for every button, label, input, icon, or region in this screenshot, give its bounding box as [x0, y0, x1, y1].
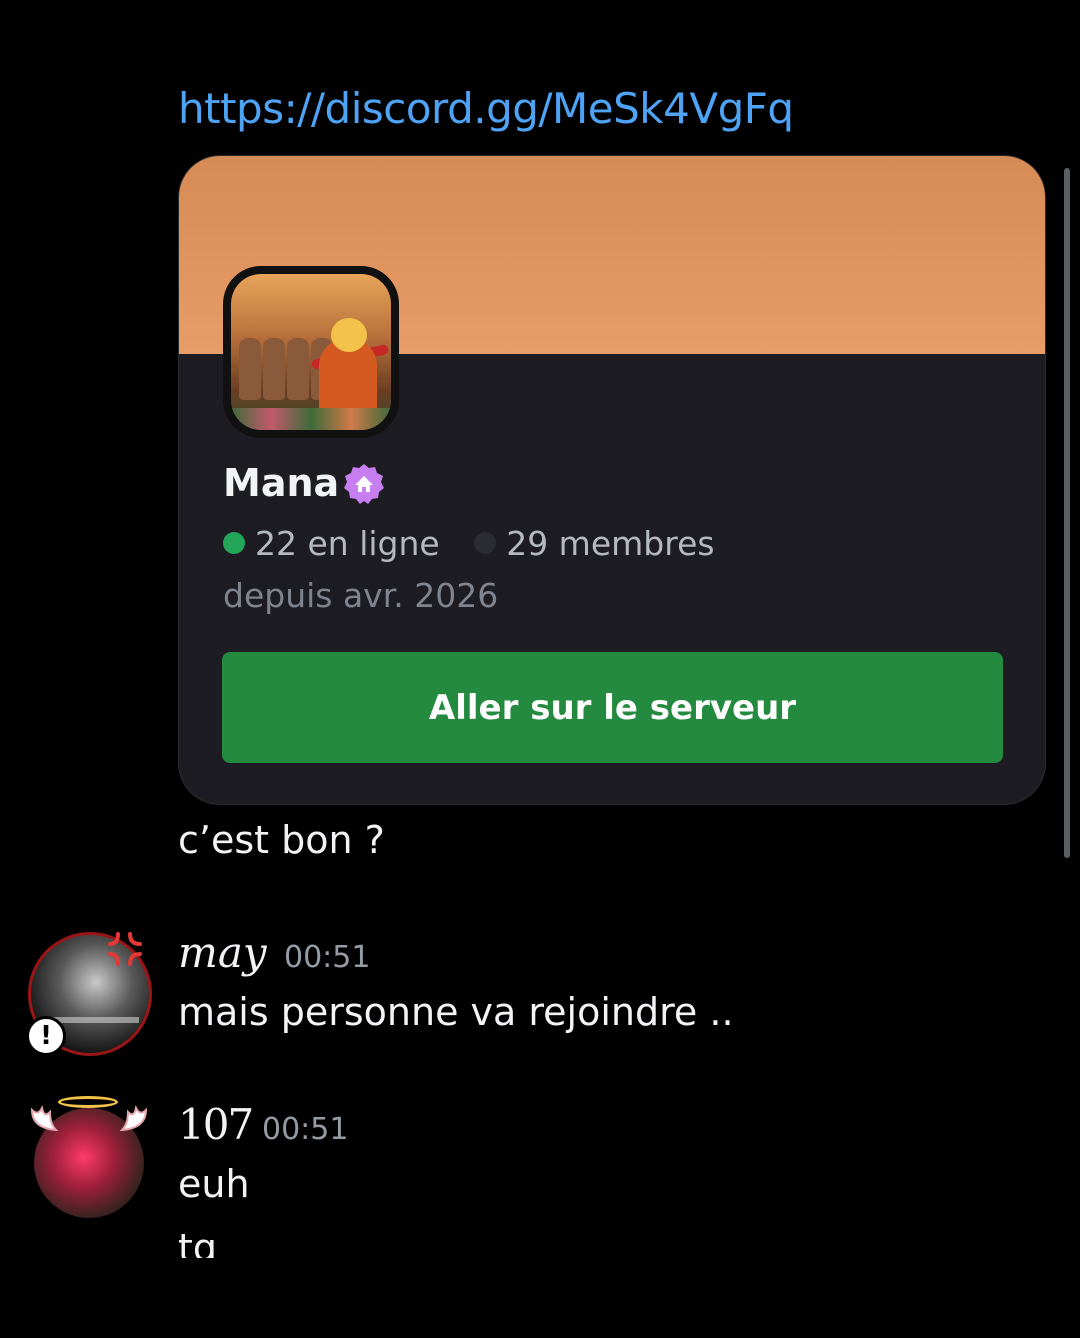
online-count: 22 en ligne [255, 524, 440, 563]
scrollbar[interactable] [1064, 168, 1070, 858]
message-text: mais personne va rejoindre .. [178, 990, 734, 1034]
server-invite-card: Mana 22 en ligne 29 membres depuis avr. … [178, 155, 1046, 805]
message-author[interactable]: may [178, 928, 267, 977]
warning-icon: ! [26, 1016, 66, 1056]
message-author[interactable]: 107 [178, 1100, 254, 1149]
invite-link[interactable]: https://discord.gg/MeSk4VgFq [178, 84, 794, 133]
message-text: c’est bon ? [178, 818, 385, 862]
online-dot-icon [223, 531, 245, 554]
wing-icon [120, 1104, 148, 1132]
community-badge-icon [344, 464, 384, 504]
message-text: euh [178, 1162, 250, 1206]
member-count: 29 membres [506, 524, 715, 563]
members-dot-icon [474, 531, 497, 554]
guild-stats: 22 en ligne 29 membres [223, 524, 715, 563]
message-timestamp: 00:51 [284, 940, 371, 975]
guild-created-date: depuis avr. 2026 [223, 576, 499, 615]
join-server-button[interactable]: Aller sur le serveur [222, 652, 1003, 763]
message-text: tg [178, 1226, 218, 1258]
guild-name: Mana [223, 461, 340, 505]
anger-icon [108, 932, 142, 966]
message-timestamp: 00:51 [262, 1112, 349, 1147]
guild-icon-artwork [231, 274, 391, 430]
halo-icon [58, 1096, 118, 1108]
wing-icon [30, 1104, 58, 1132]
guild-icon[interactable] [223, 266, 399, 438]
